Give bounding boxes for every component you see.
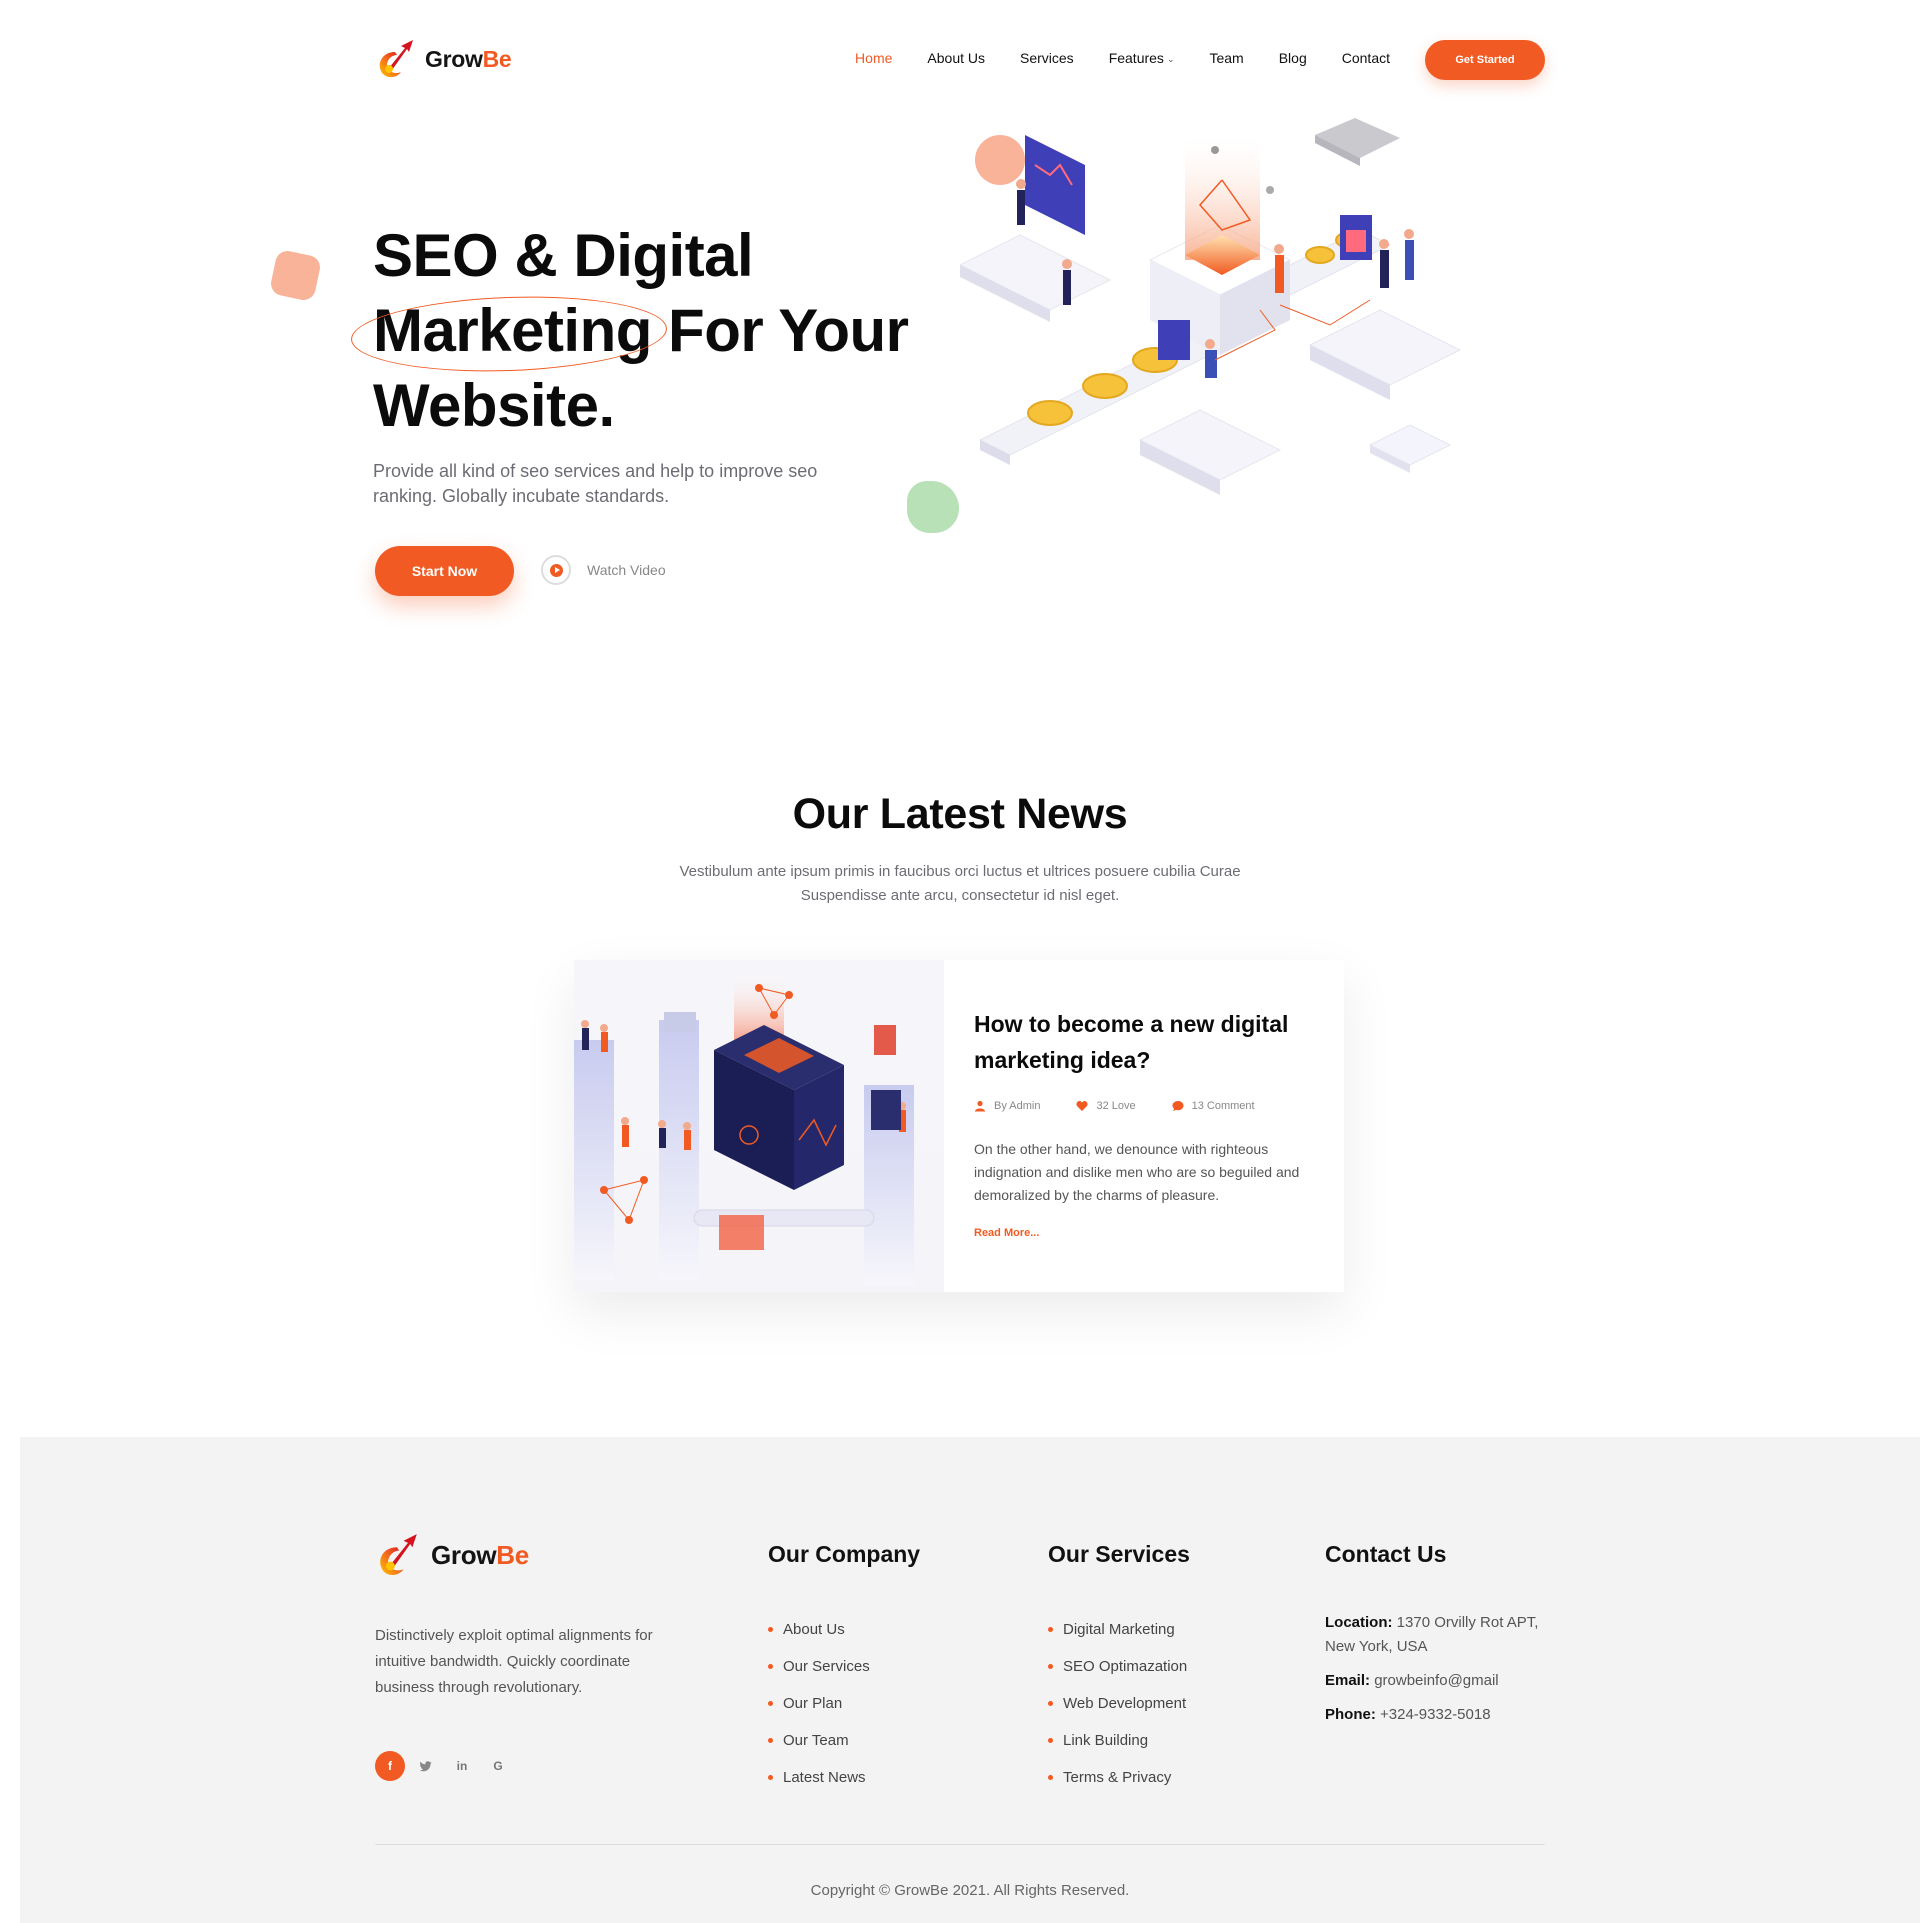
contact-details: Location: 1370 Orvilly Rot APT, New York… xyxy=(1325,1611,1555,1727)
decorative-blob-green xyxy=(907,481,959,533)
contact-location: Location: 1370 Orvilly Rot APT, New York… xyxy=(1325,1611,1555,1659)
site-header: GrowBe Home About Us Services Features ⌄ … xyxy=(375,36,1545,84)
footer-contact-column: Contact Us Location: 1370 Orvilly Rot AP… xyxy=(1325,1541,1555,1737)
nav-features[interactable]: Features ⌄ xyxy=(1109,50,1175,66)
post-author[interactable]: By Admin xyxy=(974,1100,1040,1112)
news-post-excerpt: On the other hand, we denounce with righ… xyxy=(974,1141,1300,1203)
footer-services-title: Our Services xyxy=(1048,1541,1190,1567)
play-icon xyxy=(541,555,571,585)
heart-icon xyxy=(1076,1101,1088,1111)
facebook-icon[interactable]: f xyxy=(375,1751,405,1781)
news-post-meta: By Admin 32 Love 13 Comment xyxy=(974,1100,1319,1112)
news-isometric-illustration xyxy=(574,970,914,1285)
footer-brand-name: GrowBe xyxy=(431,1540,529,1571)
footer-divider xyxy=(375,1844,1545,1845)
footer-link-web-development[interactable]: Web Development xyxy=(1048,1685,1190,1722)
footer-link-link-building[interactable]: Link Building xyxy=(1048,1722,1190,1759)
header-logo[interactable]: GrowBe xyxy=(375,38,512,80)
nav-home[interactable]: Home xyxy=(855,50,892,66)
footer-company-column: Our Company About Us Our Services Our Pl… xyxy=(768,1541,920,1796)
comment-icon xyxy=(1172,1101,1184,1111)
brand-name-part2: Be xyxy=(482,45,512,72)
watch-video-button[interactable]: Watch Video xyxy=(541,555,666,585)
footer-link-our-services[interactable]: Our Services xyxy=(768,1648,920,1685)
footer-link-terms-privacy[interactable]: Terms & Privacy xyxy=(1048,1759,1190,1796)
footer-logo[interactable]: GrowBe xyxy=(375,1531,529,1579)
contact-email-label: Email: xyxy=(1325,1672,1371,1689)
twitter-icon[interactable] xyxy=(411,1751,441,1781)
linkedin-icon[interactable]: in xyxy=(447,1751,477,1781)
hero-isometric-illustration xyxy=(960,118,1462,495)
footer-link-about-us[interactable]: About Us xyxy=(768,1611,920,1648)
hero-subtitle: Provide all kind of seo services and hel… xyxy=(373,461,818,506)
footer-services-column: Our Services Digital Marketing SEO Optim… xyxy=(1048,1541,1190,1796)
decorative-blob-peach xyxy=(268,248,323,303)
nav-team[interactable]: Team xyxy=(1209,50,1243,66)
site-footer: GrowBe Distinctively exploit optimal ali… xyxy=(20,1437,1920,1923)
main-nav: Home About Us Services Features ⌄ Team Bl… xyxy=(820,50,1390,66)
contact-phone-label: Phone: xyxy=(1325,1706,1376,1723)
watch-video-label: Watch Video xyxy=(587,562,666,578)
hero-title-line3: Website. xyxy=(373,372,615,439)
footer-contact-title: Contact Us xyxy=(1325,1541,1447,1567)
contact-phone: Phone: +324-9332-5018 xyxy=(1325,1703,1555,1727)
google-icon[interactable]: G xyxy=(483,1751,513,1781)
nav-blog[interactable]: Blog xyxy=(1279,50,1307,66)
post-comments-label: 13 Comment xyxy=(1191,1100,1255,1112)
brand-name: GrowBe xyxy=(425,45,512,73)
post-love[interactable]: 32 Love xyxy=(1076,1100,1136,1112)
footer-link-latest-news[interactable]: Latest News xyxy=(768,1759,920,1796)
rocket-logo-icon xyxy=(380,1534,417,1575)
footer-link-seo-optimazation[interactable]: SEO Optimazation xyxy=(1048,1648,1190,1685)
post-author-label: By Admin xyxy=(994,1100,1041,1112)
copyright-text: Copyright © GrowBe 2021. All Rights Rese… xyxy=(810,1882,1130,1899)
nav-features-label: Features xyxy=(1108,50,1164,66)
contact-phone-value[interactable]: +324-9332-5018 xyxy=(1380,1706,1491,1723)
hero-title: SEO & Digital Marketing For Your Website… xyxy=(373,218,933,443)
post-comments[interactable]: 13 Comment xyxy=(1172,1100,1255,1112)
chevron-down-icon: ⌄ xyxy=(1166,53,1175,64)
footer-description: Distinctively exploit optimal alignments… xyxy=(375,1627,653,1696)
footer-link-our-team[interactable]: Our Team xyxy=(768,1722,920,1759)
nav-services[interactable]: Services xyxy=(1020,50,1074,66)
rocket-logo-icon xyxy=(379,40,413,78)
contact-email-value[interactable]: growbeinfo@gmail xyxy=(1374,1672,1498,1689)
post-love-label: 32 Love xyxy=(1096,1100,1136,1112)
contact-email: Email: growbeinfo@gmail xyxy=(1325,1669,1555,1693)
start-now-button[interactable]: Start Now xyxy=(375,546,514,596)
nav-about-us[interactable]: About Us xyxy=(927,50,985,66)
hero-title-highlight: Marketing xyxy=(373,293,652,368)
social-links: f in G xyxy=(375,1751,519,1781)
news-section-title: Our Latest News xyxy=(792,790,1128,838)
footer-brand-part2: Be xyxy=(496,1539,529,1570)
user-icon xyxy=(975,1100,985,1112)
footer-brand-part1: Grow xyxy=(431,1539,497,1570)
news-card-body: How to become a new digital marketing id… xyxy=(974,1006,1319,1241)
read-more-link[interactable]: Read More... xyxy=(974,1227,1039,1239)
brand-name-part1: Grow xyxy=(425,45,483,72)
news-card-image[interactable] xyxy=(574,960,944,1292)
footer-link-digital-marketing[interactable]: Digital Marketing xyxy=(1048,1611,1190,1648)
news-card: How to become a new digital marketing id… xyxy=(574,960,1344,1292)
footer-company-title: Our Company xyxy=(768,1541,921,1567)
news-section-subtitle: Vestibulum ante ipsum primis in faucibus… xyxy=(679,863,1241,904)
hero-title-line1: SEO & Digital xyxy=(373,222,754,289)
nav-contact[interactable]: Contact xyxy=(1342,50,1390,66)
get-started-button[interactable]: Get Started xyxy=(1425,40,1545,80)
news-post-title[interactable]: How to become a new digital marketing id… xyxy=(974,1006,1319,1078)
contact-location-label: Location: xyxy=(1325,1614,1393,1631)
hero-title-line2-rest: For Your xyxy=(651,297,909,364)
footer-link-our-plan[interactable]: Our Plan xyxy=(768,1685,920,1722)
